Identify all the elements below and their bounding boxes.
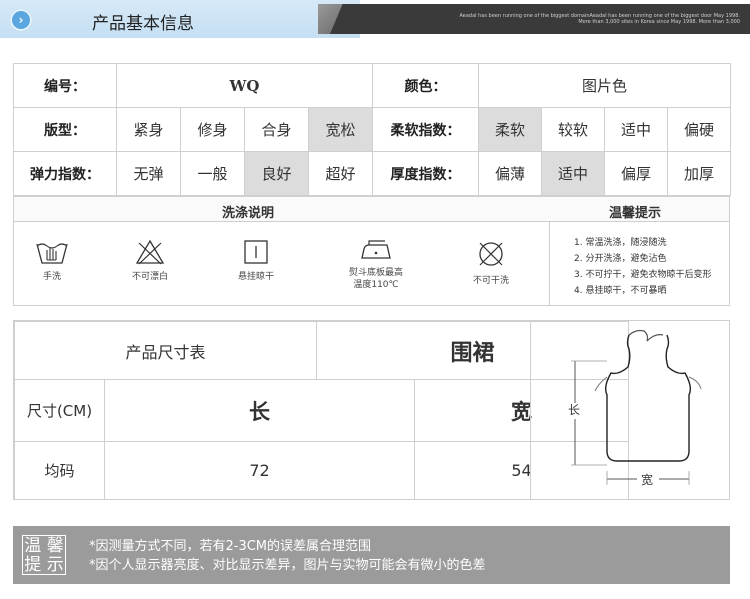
thickness-option: 加厚: [667, 151, 731, 196]
section-header: Aeadal has been running one of the bigge…: [0, 0, 750, 38]
notice-text: *因测量方式不同，若有2-3CM的误差属合理范围 *因个人显示器亮度、对比显示差…: [89, 537, 486, 575]
thickness-option-selected: 适中: [541, 151, 605, 196]
number-value: WQ: [116, 63, 373, 108]
fit-option: 修身: [180, 107, 245, 152]
list-item: 1. 常温洗涤，随浸随洗: [574, 238, 667, 248]
tips-title: 温馨提示: [609, 206, 662, 221]
apron-diagram: 长 宽: [530, 321, 730, 499]
fit-label: 版型：: [13, 107, 117, 152]
diagram-length-label: 长: [568, 403, 581, 417]
stretch-option-selected: 良好: [244, 151, 309, 196]
hang-dry-icon: [244, 240, 268, 264]
diagram-width-label: 宽: [641, 473, 654, 487]
table-row: 版型： 紧身 修身 合身 宽松 柔软指数： 柔软 较软 适中 偏硬: [13, 107, 731, 152]
wash-caption: 不可漂白: [131, 272, 168, 282]
wash-caption: 不可干洗: [472, 276, 509, 286]
size-column-label: 尺寸(CM): [14, 379, 105, 442]
softness-label: 柔软指数：: [372, 107, 479, 152]
stretch-option: 无弹: [116, 151, 181, 196]
list-item: 3. 不可拧干，避免衣物晾干后变形: [574, 270, 712, 280]
wash-item: 手洗: [12, 239, 92, 283]
thickness-option: 偏薄: [478, 151, 542, 196]
apron-icon: [567, 329, 702, 486]
stretch-label: 弹力指数：: [13, 151, 117, 196]
iron-caption-line: 熨斗底板最高: [348, 268, 403, 278]
wash-caption: 手洗: [42, 272, 61, 282]
chevron-right-icon: ›: [10, 9, 32, 31]
fit-option: 合身: [244, 107, 309, 152]
wash-header: 洗涤说明 温馨提示: [14, 197, 729, 222]
list-item: 4. 悬挂晾干，不可暴晒: [574, 286, 667, 296]
thickness-label: 厚度指数：: [372, 151, 479, 196]
wash-caption: 熨斗底板最高 温度110℃: [336, 267, 416, 291]
wash-caption: 悬挂晾干: [237, 272, 274, 282]
wash-item: 熨斗底板最高 温度110℃: [336, 239, 416, 291]
iron-icon: [361, 240, 391, 259]
notice-banner: 温 馨 提 示 *因测量方式不同，若有2-3CM的误差属合理范围 *因个人显示器…: [13, 526, 730, 584]
softness-option: 偏硬: [667, 107, 731, 152]
page-title: 产品基本信息: [92, 14, 194, 34]
length-header: 长: [104, 379, 415, 442]
badge-line: 提 示: [24, 555, 64, 575]
table-row: 编号： WQ 颜色： 图片色: [13, 63, 731, 108]
header-dark-ribbon: Aeadal has been running one of the bigge…: [330, 4, 750, 34]
thickness-option: 偏厚: [604, 151, 668, 196]
wash-title: 洗涤说明: [222, 206, 275, 221]
stretch-option: 超好: [308, 151, 373, 196]
color-label: 颜色：: [372, 63, 479, 108]
hand-wash-icon: [36, 243, 68, 264]
notice-line: *因测量方式不同，若有2-3CM的误差属合理范围: [89, 539, 372, 554]
softness-option: 适中: [604, 107, 668, 152]
wash-item: 悬挂晾干: [216, 239, 296, 283]
row-label: 均码: [14, 441, 105, 500]
size-table-title: 产品尺寸表: [14, 321, 317, 380]
fit-option: 紧身: [116, 107, 181, 152]
number-label: 编号：: [13, 63, 117, 108]
tips-list: 1. 常温洗涤，随浸随洗 2. 分开洗涤，避免沾色 3. 不可拧干，避免衣物晾干…: [574, 235, 711, 299]
ribbon-text: Aeadal has been running one of the bigge…: [459, 13, 740, 25]
no-bleach-icon: [135, 239, 165, 265]
list-item: 2. 分开洗涤，避免沾色: [574, 254, 667, 264]
wash-item: 不可干洗: [451, 239, 531, 287]
softness-option-selected: 柔软: [478, 107, 542, 152]
notice-badge: 温 馨 提 示: [22, 535, 66, 575]
wash-item: 不可漂白: [110, 239, 190, 283]
fit-option-selected: 宽松: [308, 107, 373, 152]
color-value: 图片色: [478, 63, 731, 108]
badge-line: 温 馨: [24, 536, 64, 556]
wash-instructions: 洗涤说明 温馨提示 手洗 不可漂白 悬挂晾干 熨斗底板最高 温度110℃ 不可干…: [13, 196, 730, 306]
divider: [549, 222, 550, 306]
no-dry-clean-icon: [479, 242, 503, 266]
notice-line: *因个人显示器亮度、对比显示差异，图片与实物可能会有微小的色差: [89, 558, 486, 573]
length-value: 72: [104, 441, 415, 500]
iron-caption-line: 温度110℃: [353, 280, 399, 290]
softness-option: 较软: [541, 107, 605, 152]
stretch-option: 一般: [180, 151, 245, 196]
size-chart: 产品尺寸表 围裙 尺寸(CM) 长 宽 均码 72 54 长 宽: [13, 320, 730, 500]
table-row: 弹力指数： 无弹 一般 良好 超好 厚度指数： 偏薄 适中 偏厚 加厚: [13, 151, 731, 196]
product-info-table: 编号： WQ 颜色： 图片色 版型： 紧身 修身 合身 宽松 柔软指数： 柔软 …: [13, 63, 731, 196]
